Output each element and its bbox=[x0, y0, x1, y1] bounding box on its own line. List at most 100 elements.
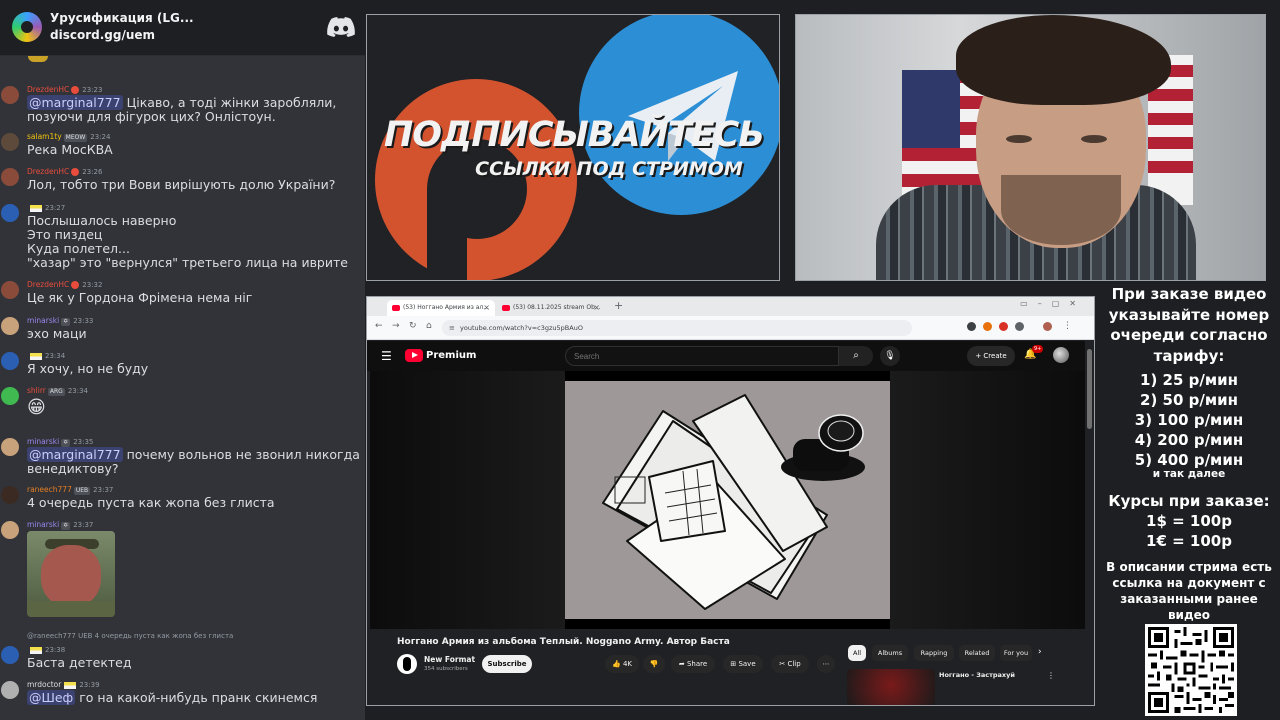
save-icon: ⊞ bbox=[730, 660, 737, 668]
username[interactable]: minarski bbox=[27, 520, 59, 529]
reload-icon[interactable]: ↻ bbox=[409, 321, 417, 331]
emoji-fragment bbox=[28, 56, 48, 62]
extension-icon[interactable] bbox=[999, 322, 1008, 331]
tab-youtube-video[interactable]: (53) Ноггано Армия из ал... × bbox=[387, 300, 495, 316]
notifications-bell-icon[interactable]: 🔔 9+ bbox=[1024, 345, 1044, 360]
username[interactable]: mrdoctor bbox=[27, 680, 61, 689]
chat-message[interactable]: DrezdenHC 23:26 Лол, тобто три Вови виріш… bbox=[0, 166, 365, 194]
chip-all[interactable]: All bbox=[848, 645, 866, 661]
avatar bbox=[1, 281, 19, 299]
back-icon[interactable]: ← bbox=[375, 321, 383, 331]
webcam-feed bbox=[795, 14, 1266, 281]
chip-for-you[interactable]: For you bbox=[1000, 645, 1032, 661]
like-button[interactable]: 👍 4K bbox=[605, 655, 639, 673]
username[interactable]: DrezdenHC bbox=[27, 280, 69, 289]
username[interactable]: raneech777 bbox=[27, 485, 72, 494]
message-text: Баста детектед bbox=[27, 655, 132, 670]
avatar bbox=[1, 646, 19, 664]
new-tab-button[interactable]: + bbox=[614, 299, 623, 312]
pricing-panel: При заказе видео указывайте номер очеред… bbox=[1098, 282, 1280, 720]
rate-item: 3) 100 р/мин bbox=[1134, 411, 1244, 429]
chat-message[interactable]: raneech777 UEB 23:37 4 очередь пуста как ж… bbox=[0, 484, 365, 512]
server-invite-link[interactable]: discord.gg/uem bbox=[50, 28, 155, 42]
clip-button[interactable]: ✂ Clip bbox=[771, 655, 809, 673]
chat-message[interactable]: minarski ✡ 23:35 @marginal777 почему вольн… bbox=[0, 436, 365, 476]
save-button[interactable]: ⊞ Save bbox=[723, 655, 763, 673]
share-button[interactable]: ➦ Share bbox=[671, 655, 715, 673]
banner-title: ПОДПИСЫВАЙТЕСЬ bbox=[384, 115, 765, 155]
extensions-puzzle-icon[interactable] bbox=[1015, 322, 1024, 331]
timestamp: 23:34 bbox=[45, 352, 66, 360]
video-player[interactable] bbox=[370, 371, 1085, 629]
create-button[interactable]: + Create bbox=[967, 346, 1015, 366]
hamburger-menu-icon[interactable]: ☰ bbox=[381, 349, 392, 363]
account-avatar[interactable] bbox=[1053, 347, 1069, 363]
avatar bbox=[1, 86, 19, 104]
timestamp: 23:24 bbox=[90, 133, 111, 141]
attached-image[interactable] bbox=[27, 531, 115, 617]
chat-message[interactable]: 23:34 Я хочу, но не буду bbox=[0, 350, 365, 378]
message-list[interactable]: DrezdenHC 23:23 @marginal777 Цікаво, а то… bbox=[0, 56, 365, 720]
avatar bbox=[1, 317, 19, 335]
youtube-favicon bbox=[502, 305, 510, 311]
user-mention[interactable]: @marginal777 bbox=[27, 447, 123, 462]
youtube-header: ☰ Premium ⌕ 🎙 + Create 🔔9+ bbox=[367, 341, 1094, 371]
dislike-button[interactable]: 👎 bbox=[643, 655, 665, 673]
chat-message[interactable]: shlirr ARG 23:34 😁 bbox=[0, 385, 365, 425]
chevron-right-icon[interactable]: › bbox=[1038, 647, 1042, 657]
chat-message[interactable]: @raneech777 UEB 4 очередь пуста как жопа… bbox=[0, 632, 365, 672]
profile-icon[interactable] bbox=[1043, 322, 1052, 331]
user-badge: ✡ bbox=[61, 439, 71, 447]
user-mention[interactable]: @Шеф bbox=[27, 690, 76, 705]
subscribe-button[interactable]: Subscribe bbox=[482, 655, 532, 673]
chat-message[interactable]: mrdoctor 23:39 @Шеф го на какой-нибудь пр… bbox=[0, 679, 365, 719]
video-artwork bbox=[565, 381, 890, 619]
username[interactable]: minarski bbox=[27, 437, 59, 446]
chat-message[interactable]: 23:27 Послышалось наверно Это пиздец Куд… bbox=[0, 202, 365, 272]
notification-count: 9+ bbox=[1032, 345, 1044, 353]
address-bar[interactable]: ≡ youtube.com/watch?v=c3gzu5pBAuO bbox=[442, 320, 912, 336]
chat-message[interactable]: DrezdenHC 23:32 Це як у Гордона Фрімена н… bbox=[0, 279, 365, 307]
forward-icon[interactable]: → bbox=[392, 321, 400, 331]
home-icon[interactable]: ⌂ bbox=[426, 321, 432, 331]
more-options-icon[interactable]: ⋮ bbox=[1047, 671, 1055, 680]
more-actions-button[interactable]: ⋯ bbox=[817, 655, 835, 673]
extension-icon[interactable] bbox=[967, 322, 976, 331]
username[interactable]: DrezdenHC bbox=[27, 167, 69, 176]
username[interactable]: DrezdenHC bbox=[27, 85, 69, 94]
search-icon[interactable]: ⌕ bbox=[839, 346, 873, 366]
browser-menu-icon[interactable]: ⋮ bbox=[1063, 321, 1072, 331]
extension-icon[interactable] bbox=[983, 322, 992, 331]
flag-icon bbox=[30, 204, 42, 212]
chat-message[interactable]: minarski ✡ 23:33 эхо маци bbox=[0, 315, 365, 343]
tab-stream[interactable]: (53) 08.11.2025 stream Ob... × bbox=[497, 300, 605, 316]
channel-avatar[interactable] bbox=[397, 654, 417, 674]
youtube-premium-label[interactable]: Premium bbox=[426, 350, 476, 361]
close-tab-icon[interactable]: × bbox=[483, 300, 490, 316]
chip-albums[interactable]: Albums bbox=[872, 645, 908, 661]
reply-preview[interactable]: @raneech777 UEB 4 очередь пуста как жопа… bbox=[27, 632, 233, 640]
message-text: Це як у Гордона Фрімена нема ніг bbox=[27, 290, 253, 305]
page-scrollbar[interactable] bbox=[1085, 341, 1094, 705]
chat-message[interactable]: DrezdenHC 23:23 @marginal777 Цікаво, а то… bbox=[0, 84, 365, 124]
rate-item: 2) 50 р/мин bbox=[1140, 391, 1238, 409]
chat-message[interactable]: minarski ✡ 23:37 bbox=[0, 519, 365, 619]
user-mention[interactable]: @marginal777 bbox=[27, 95, 123, 110]
channel-name[interactable]: New Format bbox=[424, 655, 475, 664]
username[interactable]: salam1ty bbox=[27, 132, 62, 141]
recommendation-thumbnail[interactable] bbox=[847, 669, 935, 705]
username[interactable]: minarski bbox=[27, 316, 59, 325]
window-controls[interactable]: ▭–▢✕ bbox=[1020, 299, 1086, 308]
avatar bbox=[1, 204, 19, 222]
close-tab-icon[interactable]: × bbox=[593, 300, 600, 316]
microphone-icon[interactable]: 🎙 bbox=[880, 346, 900, 366]
user-badge: ✡ bbox=[61, 318, 71, 326]
recommendation-title[interactable]: Ноггано - Застрахуй bbox=[939, 671, 1015, 679]
subscribe-banner: ПОДПИСЫВАЙТЕСЬ ССЫЛКИ ПОД СТРИМОМ bbox=[366, 14, 780, 281]
search-input[interactable] bbox=[565, 346, 839, 366]
username[interactable]: shlirr bbox=[27, 386, 46, 395]
chip-related[interactable]: Related bbox=[959, 645, 995, 661]
youtube-logo-icon[interactable] bbox=[405, 349, 423, 362]
chip-rapping[interactable]: Rapping bbox=[914, 645, 954, 661]
chat-message[interactable]: salam1ty MEOW 23:24 Река МосКВА bbox=[0, 131, 365, 159]
